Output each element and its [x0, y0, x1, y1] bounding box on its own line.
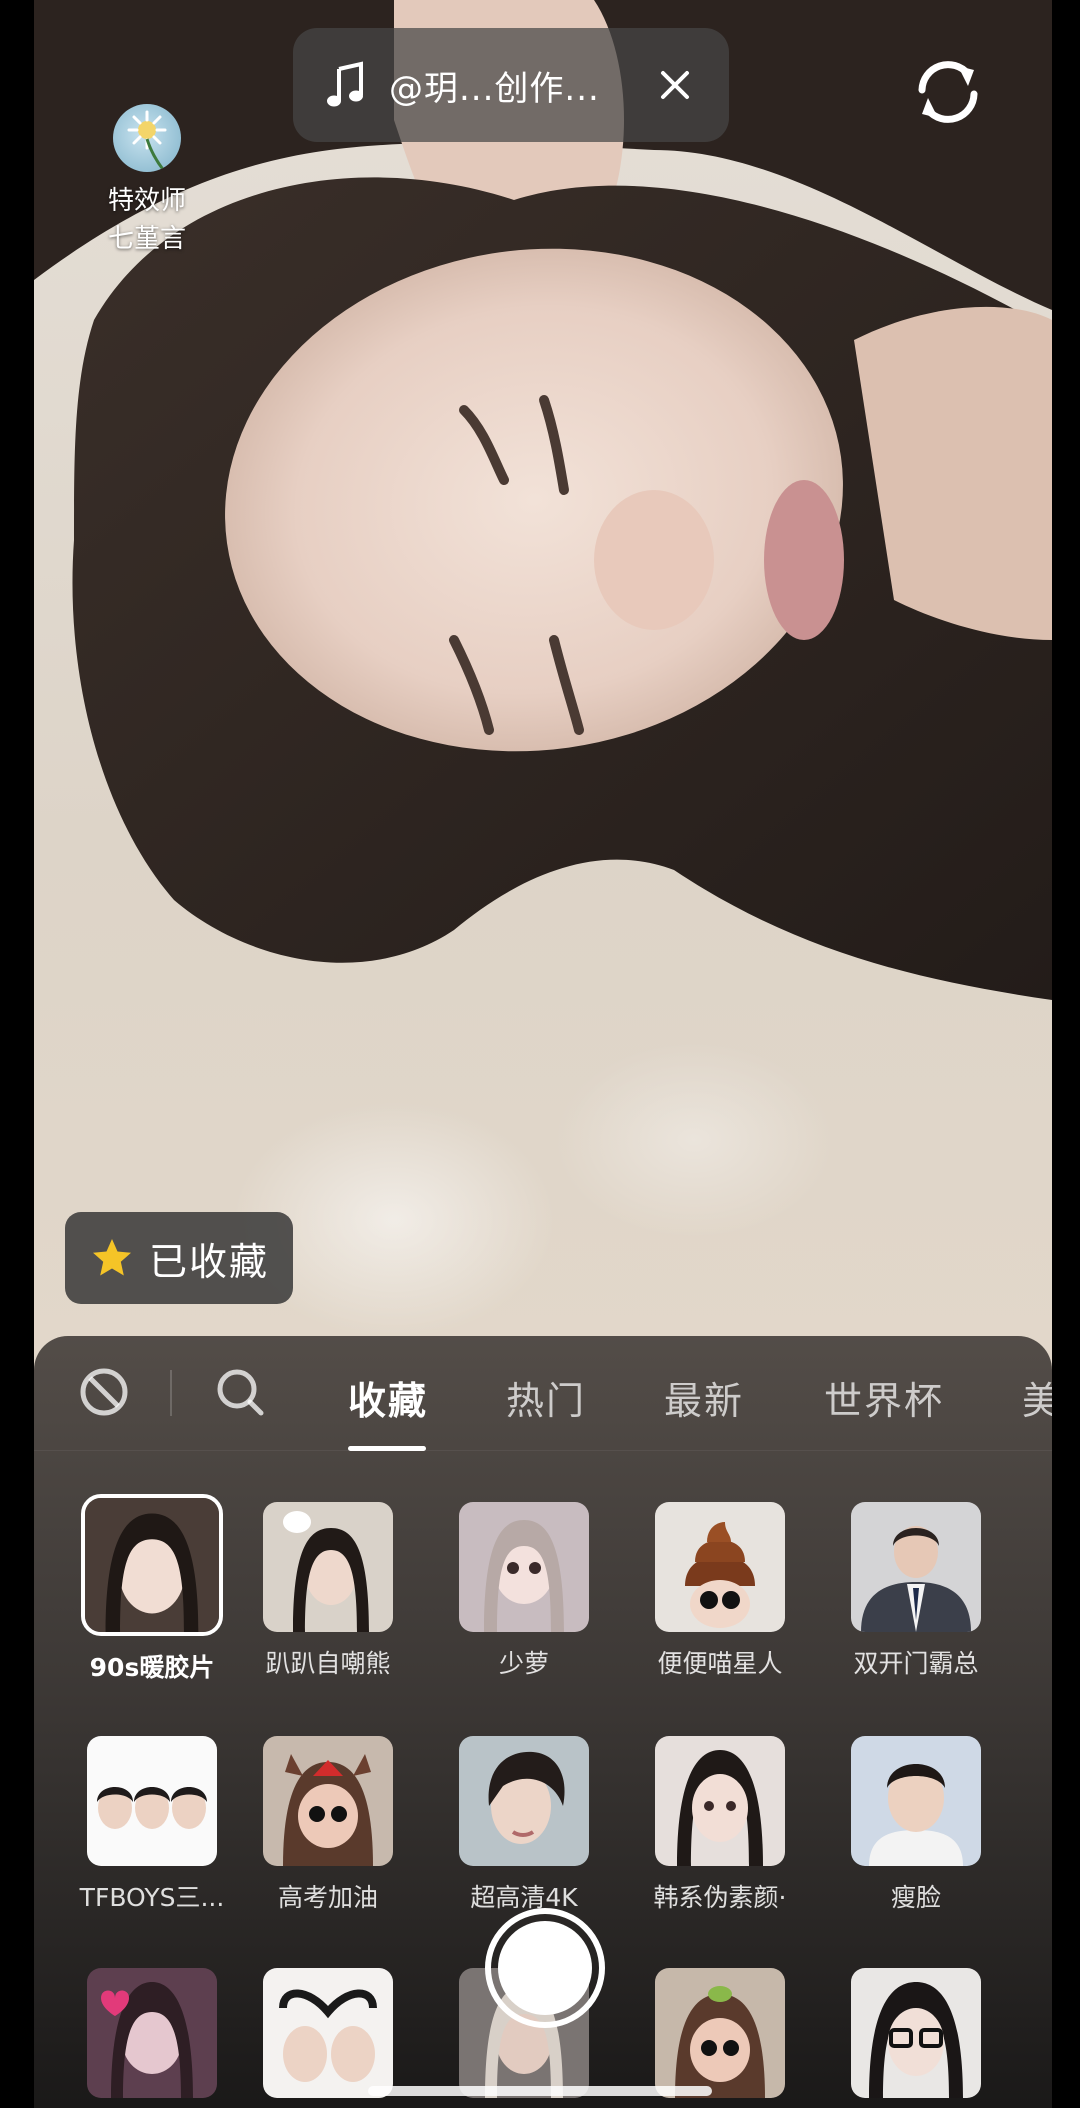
music-selector[interactable]: @玥...创作...	[293, 28, 729, 142]
effect-label: 趴趴自嘲熊	[265, 1649, 391, 1678]
effect-label: 便便喵星人	[657, 1649, 783, 1678]
close-icon[interactable]	[655, 65, 695, 105]
effect-item[interactable]: 趴趴自嘲熊	[230, 1502, 426, 1680]
effect-label: 瘦脸	[890, 1883, 941, 1912]
flip-camera-icon[interactable]	[908, 56, 988, 128]
effect-item[interactable]	[818, 1968, 1014, 2098]
music-note-icon	[327, 61, 367, 109]
effect-label: TFBOYS三...	[79, 1883, 225, 1912]
effect-item[interactable]: TFBOYS三...	[54, 1736, 250, 1914]
effect-thumbnail	[87, 1736, 217, 1866]
effect-label: 双开门霸总	[853, 1649, 979, 1678]
search-icon[interactable]	[214, 1366, 266, 1418]
effect-item[interactable]: 便便喵星人	[622, 1502, 818, 1680]
effect-thumbnail	[87, 1968, 217, 2098]
effect-thumbnail	[263, 1736, 393, 1866]
effect-creator[interactable]: 特效师 七堇言	[92, 104, 202, 258]
creator-role: 特效师	[107, 186, 186, 216]
effect-label: 超高清4K	[470, 1883, 578, 1912]
effect-item[interactable]	[54, 1968, 250, 2098]
effect-label: 高考加油	[277, 1883, 378, 1912]
effect-item[interactable]: 高考加油	[230, 1736, 426, 1914]
capture-button-inner	[498, 1921, 592, 2015]
effect-item[interactable]: 韩系伪素颜·	[622, 1736, 818, 1914]
creator-avatar[interactable]	[113, 104, 181, 172]
tab-world-cup[interactable]: 世界杯	[824, 1370, 944, 1425]
effect-label: 少萝	[498, 1649, 549, 1678]
effect-item[interactable]: 90s暖胶片	[54, 1494, 250, 1684]
effect-thumbnail	[459, 1502, 589, 1632]
effect-thumbnail	[263, 1968, 393, 2098]
effect-thumbnail	[459, 1736, 589, 1866]
effect-item[interactable]	[230, 1968, 426, 2098]
favorite-button[interactable]: 已收藏	[65, 1212, 293, 1304]
effect-thumbnail	[655, 1736, 785, 1866]
effect-thumbnail	[655, 1968, 785, 2098]
tab-favorites[interactable]: 收藏	[348, 1370, 428, 1425]
effect-item[interactable]: 少萝	[426, 1502, 622, 1680]
effect-item[interactable]	[622, 1968, 818, 2098]
favorite-label: 已收藏	[149, 1239, 270, 1284]
creator-name: 七堇言	[107, 224, 186, 254]
effect-thumbnail	[851, 1968, 981, 2098]
effect-thumbnail	[81, 1494, 223, 1636]
music-title: @玥...创作...	[389, 68, 600, 109]
home-indicator	[368, 2086, 712, 2096]
no-effect-icon[interactable]	[78, 1366, 130, 1418]
effect-thumbnail	[655, 1502, 785, 1632]
effect-label: 韩系伪素颜·	[653, 1883, 787, 1912]
effect-thumbnail	[851, 1736, 981, 1866]
effect-item[interactable]: 双开门霸总	[818, 1502, 1014, 1680]
tab-newest[interactable]: 最新	[664, 1370, 744, 1425]
tab-beauty[interactable]: 美	[1022, 1370, 1052, 1425]
capture-button[interactable]	[485, 1908, 605, 2028]
effect-item[interactable]: 瘦脸	[818, 1736, 1014, 1914]
effect-thumbnail	[263, 1502, 393, 1632]
effect-item[interactable]: 超高清4K	[426, 1736, 622, 1914]
active-tab-indicator	[348, 1446, 426, 1451]
tab-hot[interactable]: 热门	[506, 1370, 586, 1425]
effect-label: 90s暖胶片	[89, 1653, 215, 1682]
tab-divider	[170, 1370, 172, 1416]
effect-thumbnail	[851, 1502, 981, 1632]
star-icon	[91, 1237, 133, 1279]
effects-tab-bar: 收藏 热门 最新 世界杯 美	[34, 1336, 1052, 1451]
